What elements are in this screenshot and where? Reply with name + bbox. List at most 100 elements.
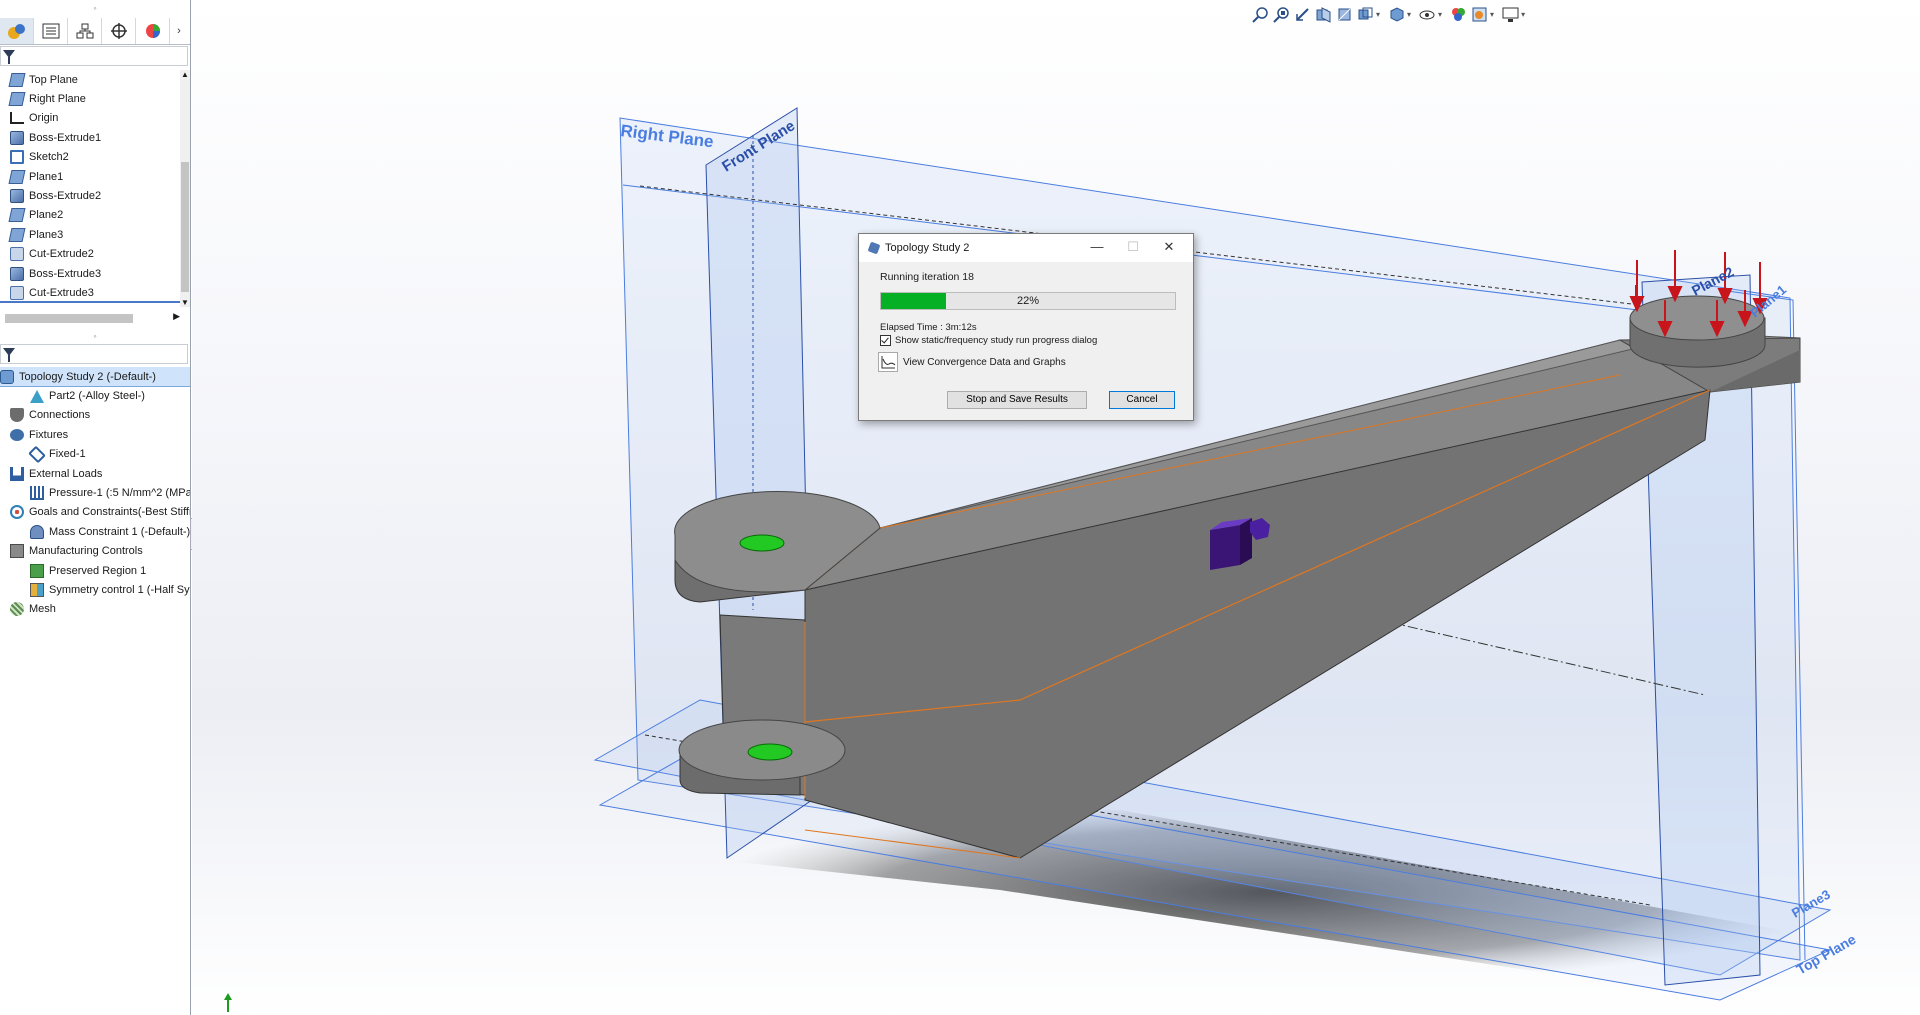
study-tree-item[interactable]: Fixed-1 (0, 445, 190, 464)
plane-icon (8, 92, 26, 107)
chevron-down-icon[interactable]: ▾ (1521, 10, 1525, 19)
hscroll-thumb[interactable] (5, 314, 133, 323)
display-style-icon[interactable] (1388, 6, 1405, 23)
graphics-viewport[interactable]: Right Plane Front Plane Plane2 Plane1 Pl… (192, 0, 1920, 1015)
feature-tree-item-label: Right Plane (29, 93, 86, 106)
connections-icon (10, 408, 24, 423)
plane-icon (8, 169, 26, 184)
preserved-icon (30, 563, 44, 578)
view-orientation-icon[interactable] (1357, 6, 1374, 23)
chevron-down-icon[interactable]: ▾ (1490, 10, 1494, 19)
feature-tree-item[interactable]: Cut-Extrude2 (0, 245, 178, 264)
cut-icon (10, 247, 24, 262)
progress-percent: 22% (1016, 295, 1040, 307)
convergence-label: View Convergence Data and Graphs (903, 356, 1066, 368)
view-settings-icon[interactable] (1502, 6, 1519, 23)
dynamic-annotation-icon[interactable] (1336, 6, 1353, 23)
study-tree-item[interactable]: Symmetry control 1 (-Half Sym (0, 580, 190, 599)
part-icon (30, 389, 44, 403)
feature-tree-item-label: Plane3 (29, 228, 64, 241)
feature-tree-vscroll[interactable]: ▲ ▼ (180, 70, 190, 307)
zoom-to-fit-icon[interactable] (1252, 6, 1269, 23)
panel-splitter-top[interactable]: ◦ (0, 2, 190, 14)
tab-dimxpert-manager[interactable] (102, 18, 136, 44)
feature-tree-item[interactable]: Boss-Extrude2 (0, 186, 178, 205)
feature-tree-item[interactable]: Plane1 (0, 167, 178, 186)
hide-show-items-icon[interactable] (1419, 6, 1436, 23)
study-tree-item-label: Preserved Region 1 (49, 564, 147, 577)
chevron-down-icon[interactable]: ▾ (1438, 10, 1442, 19)
feature-tree-item[interactable]: Boss-Extrude3 (0, 264, 178, 283)
maximize-icon[interactable]: ☐ (1121, 238, 1145, 256)
tab-property-manager[interactable] (34, 18, 68, 44)
dialog-title: Topology Study 2 (885, 242, 970, 254)
stop-and-save-button[interactable]: Stop and Save Results (947, 391, 1087, 409)
configuration-manager-icon (76, 23, 93, 39)
feature-tree-item[interactable]: Origin (0, 109, 178, 128)
scroll-thumb[interactable] (181, 162, 189, 292)
panel-splitter-bottom[interactable]: ◦ (0, 330, 190, 342)
study-tree-item[interactable]: Part2 (-Alloy Steel-) (0, 386, 190, 405)
display-manager-icon (145, 24, 160, 38)
feature-tree-item-label: Top Plane (29, 73, 78, 86)
graph-icon[interactable] (878, 352, 898, 372)
apply-scene-icon[interactable] (1471, 6, 1488, 23)
section-view-icon[interactable] (1315, 6, 1332, 23)
view-triad-icon (224, 993, 232, 1012)
study-tree-item[interactable]: Fixtures (0, 425, 190, 444)
chevron-down-icon[interactable]: ▾ (1376, 10, 1380, 19)
feature-tree-hscroll[interactable]: ▶ (0, 311, 190, 325)
mesh-icon (10, 602, 24, 617)
show-progress-checkbox[interactable] (880, 335, 891, 346)
study-tree-item-label: Part2 (-Alloy Steel-) (49, 390, 145, 403)
study-tree-item[interactable]: Connections (0, 406, 190, 425)
close-icon[interactable]: ✕ (1157, 238, 1181, 256)
study-tree-item-label: Mass Constraint 1 (-Default-) (49, 525, 190, 538)
convergence-link[interactable]: View Convergence Data and Graphs (878, 352, 1066, 372)
study-icon (0, 369, 14, 384)
study-tree-item-label: Mesh (29, 603, 56, 616)
feature-tree-item[interactable]: Plane3 (0, 225, 178, 244)
feature-tree-item[interactable]: Top Plane (0, 70, 178, 89)
study-tree-item[interactable]: External Loads (0, 464, 190, 483)
study-tree-item[interactable]: Goals and Constraints(-Best Stiffne (0, 503, 190, 522)
feature-tree-item[interactable]: Boss-Extrude1 (0, 128, 178, 147)
show-progress-option[interactable]: Show static/frequency study run progress… (880, 335, 1097, 346)
scroll-right-icon[interactable]: ▶ (173, 311, 180, 322)
study-tree-item[interactable]: Topology Study 2 (-Default-) (0, 367, 190, 388)
study-tree-item[interactable]: Mesh (0, 600, 190, 619)
tab-display-manager[interactable] (136, 18, 170, 44)
feature-tree-item-label: Cut-Extrude3 (29, 286, 94, 299)
edit-appearance-icon[interactable] (1450, 6, 1467, 23)
previous-view-icon[interactable] (1294, 6, 1311, 23)
fixtures-icon (10, 428, 24, 441)
feature-tree-filter[interactable] (0, 46, 188, 66)
cancel-button[interactable]: Cancel (1109, 391, 1175, 409)
study-tree-item[interactable]: Manufacturing Controls (0, 542, 190, 561)
tab-scroll-right[interactable]: › (170, 18, 188, 44)
minimize-icon[interactable]: — (1085, 238, 1109, 256)
plane-icon (8, 72, 26, 87)
feature-tree-item[interactable]: Right Plane (0, 89, 178, 108)
show-progress-label: Show static/frequency study run progress… (895, 335, 1098, 346)
feature-tree-item[interactable]: Sketch2 (0, 148, 178, 167)
scroll-up-icon[interactable]: ▲ (181, 70, 189, 79)
scroll-down-icon[interactable]: ▼ (181, 298, 189, 307)
study-tree-item[interactable]: Mass Constraint 1 (-Default-) (0, 522, 190, 541)
fixture-lower[interactable] (747, 743, 793, 761)
simulation-study-tree: Topology Study 2 (-Default-) Part2 (-Allo… (0, 367, 190, 619)
study-tree-filter[interactable] (0, 344, 188, 364)
chevron-down-icon[interactable]: ▾ (1407, 10, 1411, 19)
feature-tree-item-label: Boss-Extrude2 (29, 190, 102, 203)
feature-manager-icon (7, 24, 25, 39)
feature-tree-item[interactable]: Cut-Extrude3 (0, 283, 178, 302)
feature-tree-item[interactable]: Plane2 (0, 206, 178, 225)
tab-configuration-manager[interactable] (68, 18, 102, 44)
feature-tree: Top Plane Right Plane Origin Boss-Extrude1 S… (0, 70, 178, 303)
study-tree-item[interactable]: Pressure-1 (:5 N/mm^2 (MPa): (0, 483, 190, 502)
zoom-to-area-icon[interactable] (1273, 6, 1290, 23)
fixture-upper[interactable] (739, 534, 785, 552)
extrude-icon (10, 130, 24, 145)
study-tree-item[interactable]: Preserved Region 1 (0, 561, 190, 580)
tab-feature-manager[interactable] (0, 18, 34, 44)
